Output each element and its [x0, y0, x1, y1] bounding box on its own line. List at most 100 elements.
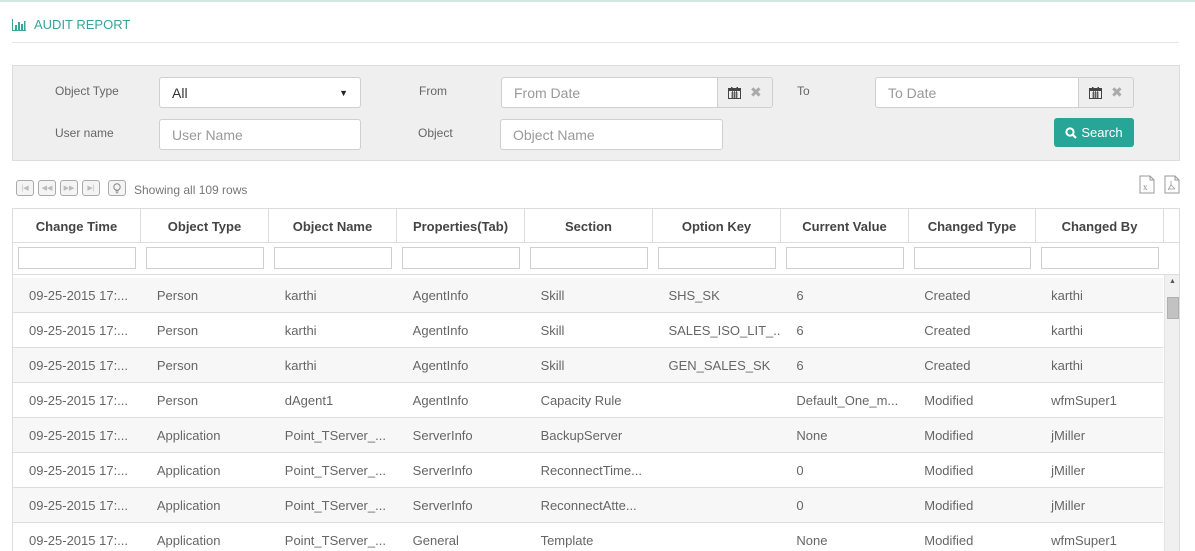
table-cell: Point_TServer_...	[284, 427, 386, 443]
table-cell: Skill	[540, 322, 565, 338]
table-cell: 09-25-2015 17:...	[29, 392, 129, 408]
table-cell: ServerInfo	[412, 462, 473, 478]
scroll-up-icon[interactable]: ▲	[1169, 278, 1176, 285]
vertical-scrollbar[interactable]: ▲	[1164, 275, 1179, 551]
column-filter-input[interactable]	[274, 247, 392, 269]
table-row[interactable]: 09-25-2015 17:... Application Point_TServe…	[13, 523, 1163, 551]
table-cell: Application	[156, 497, 221, 513]
object-type-label: Object Type	[55, 84, 119, 98]
table-cell: 09-25-2015 17:...	[29, 427, 129, 443]
table-cell: wfmSuper1	[1051, 532, 1117, 548]
export-excel-icon[interactable]: x	[1139, 175, 1155, 194]
object-name-input[interactable]: Object Name	[500, 119, 723, 150]
table-cell: 6	[796, 357, 804, 373]
user-name-label: User name	[55, 126, 114, 140]
table-cell: Person	[156, 322, 199, 338]
object-label: Object	[418, 126, 453, 140]
table-cell: None	[796, 532, 828, 548]
table-row[interactable]: 09-25-2015 17:... Application Point_TServe…	[13, 418, 1163, 453]
calendar-icon[interactable]	[728, 86, 742, 99]
object-type-select[interactable]: All ▼	[159, 77, 361, 108]
column-header[interactable]: Properties(Tab)	[397, 209, 525, 243]
table-cell: Created	[924, 287, 971, 303]
table-cell: jMiller	[1051, 462, 1086, 478]
column-filter-input[interactable]	[402, 247, 520, 269]
clear-from-date-icon[interactable]: ✖	[750, 84, 762, 101]
table-cell: Modified	[924, 427, 974, 443]
table-cell: Created	[924, 357, 971, 373]
user-name-input[interactable]: User Name	[159, 119, 361, 150]
from-label: From	[419, 84, 447, 98]
column-filter-input[interactable]	[1041, 247, 1159, 269]
next-page-button[interactable]: ▶▶	[60, 180, 78, 196]
scrollbar-thumb[interactable]	[1167, 297, 1179, 319]
object-type-value: All	[172, 84, 188, 101]
table-row[interactable]: 09-25-2015 17:... Application Point_TServe…	[13, 453, 1163, 488]
column-header[interactable]: Current Value	[781, 209, 909, 243]
table-row[interactable]: 09-25-2015 17:... Person karthi AgentInfo Sk…	[13, 313, 1163, 348]
table-cell: 09-25-2015 17:...	[29, 287, 129, 303]
page-title: AUDIT REPORT	[34, 17, 131, 32]
column-filter-input[interactable]	[914, 247, 1031, 269]
table-cell: karthi	[284, 357, 317, 373]
table-cell: dAgent1	[284, 392, 334, 408]
column-header[interactable]: Section	[525, 209, 653, 243]
table-row[interactable]: 09-25-2015 17:... Person dAgent1 AgentInfo C…	[13, 383, 1163, 418]
from-date-input[interactable]: From Date	[501, 77, 718, 108]
column-header[interactable]: Option Key	[653, 209, 781, 243]
column-filter-input[interactable]	[146, 247, 264, 269]
export-pdf-icon[interactable]	[1164, 175, 1180, 194]
table-cell: Capacity Rule	[540, 392, 622, 408]
column-header[interactable]: Change Time	[13, 209, 141, 243]
table-cell: 09-25-2015 17:...	[29, 357, 129, 373]
column-filter-input[interactable]	[530, 247, 648, 269]
to-date-input[interactable]: To Date	[875, 77, 1079, 108]
column-filter-input[interactable]	[786, 247, 904, 269]
table-header: Change Time Object Type Object Name Prop…	[13, 209, 1179, 243]
table-cell: Person	[156, 287, 199, 303]
table-cell: 09-25-2015 17:...	[29, 532, 129, 548]
table-cell: AgentInfo	[412, 287, 469, 303]
table-cell: BackupServer	[540, 427, 623, 443]
header-spacer	[1164, 209, 1179, 243]
audit-table: Change Time Object Type Object Name Prop…	[12, 208, 1180, 551]
column-header[interactable]: Changed By	[1036, 209, 1164, 243]
column-filter-input[interactable]	[18, 247, 136, 269]
column-filter-input[interactable]	[658, 247, 776, 269]
svg-text:x: x	[1143, 182, 1148, 192]
calendar-icon[interactable]	[1089, 86, 1103, 99]
to-label: To	[797, 84, 810, 98]
prev-page-button[interactable]: ◀◀	[38, 180, 56, 196]
filter-panel: Object Type All ▼ From From Date ✖ To To…	[12, 65, 1180, 161]
table-cell: GEN_SALES_SK	[668, 357, 771, 373]
table-cell: karthi	[1051, 357, 1083, 373]
table-cell: Default_One_m...	[796, 392, 899, 408]
table-row[interactable]: 09-25-2015 17:... Application Point_TServe…	[13, 488, 1163, 523]
table-cell: Modified	[924, 462, 974, 478]
table-row[interactable]: 09-25-2015 17:... Person karthi AgentInfo Sk…	[13, 348, 1163, 383]
table-cell: wfmSuper1	[1051, 392, 1117, 408]
table-cell: Point_TServer_...	[284, 497, 386, 513]
table-cell: General	[412, 532, 459, 548]
table-cell: karthi	[284, 287, 317, 303]
table-row[interactable]: 09-25-2015 17:... Person karthi AgentInfo Sk…	[13, 278, 1163, 313]
column-header[interactable]: Object Name	[269, 209, 397, 243]
rows-info: Showing all 109 rows	[134, 183, 248, 197]
table-cell: Template	[540, 532, 594, 548]
filter-row	[13, 243, 1179, 275]
pager: |◀ ◀◀ ▶▶ ▶| Showing all 109 rows	[16, 180, 248, 197]
last-page-button[interactable]: ▶|	[82, 180, 100, 196]
clear-to-date-icon[interactable]: ✖	[1111, 84, 1123, 101]
table-cell: 0	[796, 497, 804, 513]
to-date-addon: ✖	[1079, 77, 1134, 108]
column-header[interactable]: Changed Type	[909, 209, 1036, 243]
bar-chart-icon	[12, 19, 26, 31]
table-cell: karthi	[284, 322, 317, 338]
lightbulb-icon[interactable]	[108, 180, 126, 196]
table-cell: jMiller	[1051, 427, 1086, 443]
search-button[interactable]: Search	[1054, 118, 1134, 147]
first-page-button[interactable]: |◀	[16, 180, 34, 196]
search-icon	[1065, 126, 1078, 139]
from-date-addon: ✖	[718, 77, 773, 108]
column-header[interactable]: Object Type	[141, 209, 269, 243]
